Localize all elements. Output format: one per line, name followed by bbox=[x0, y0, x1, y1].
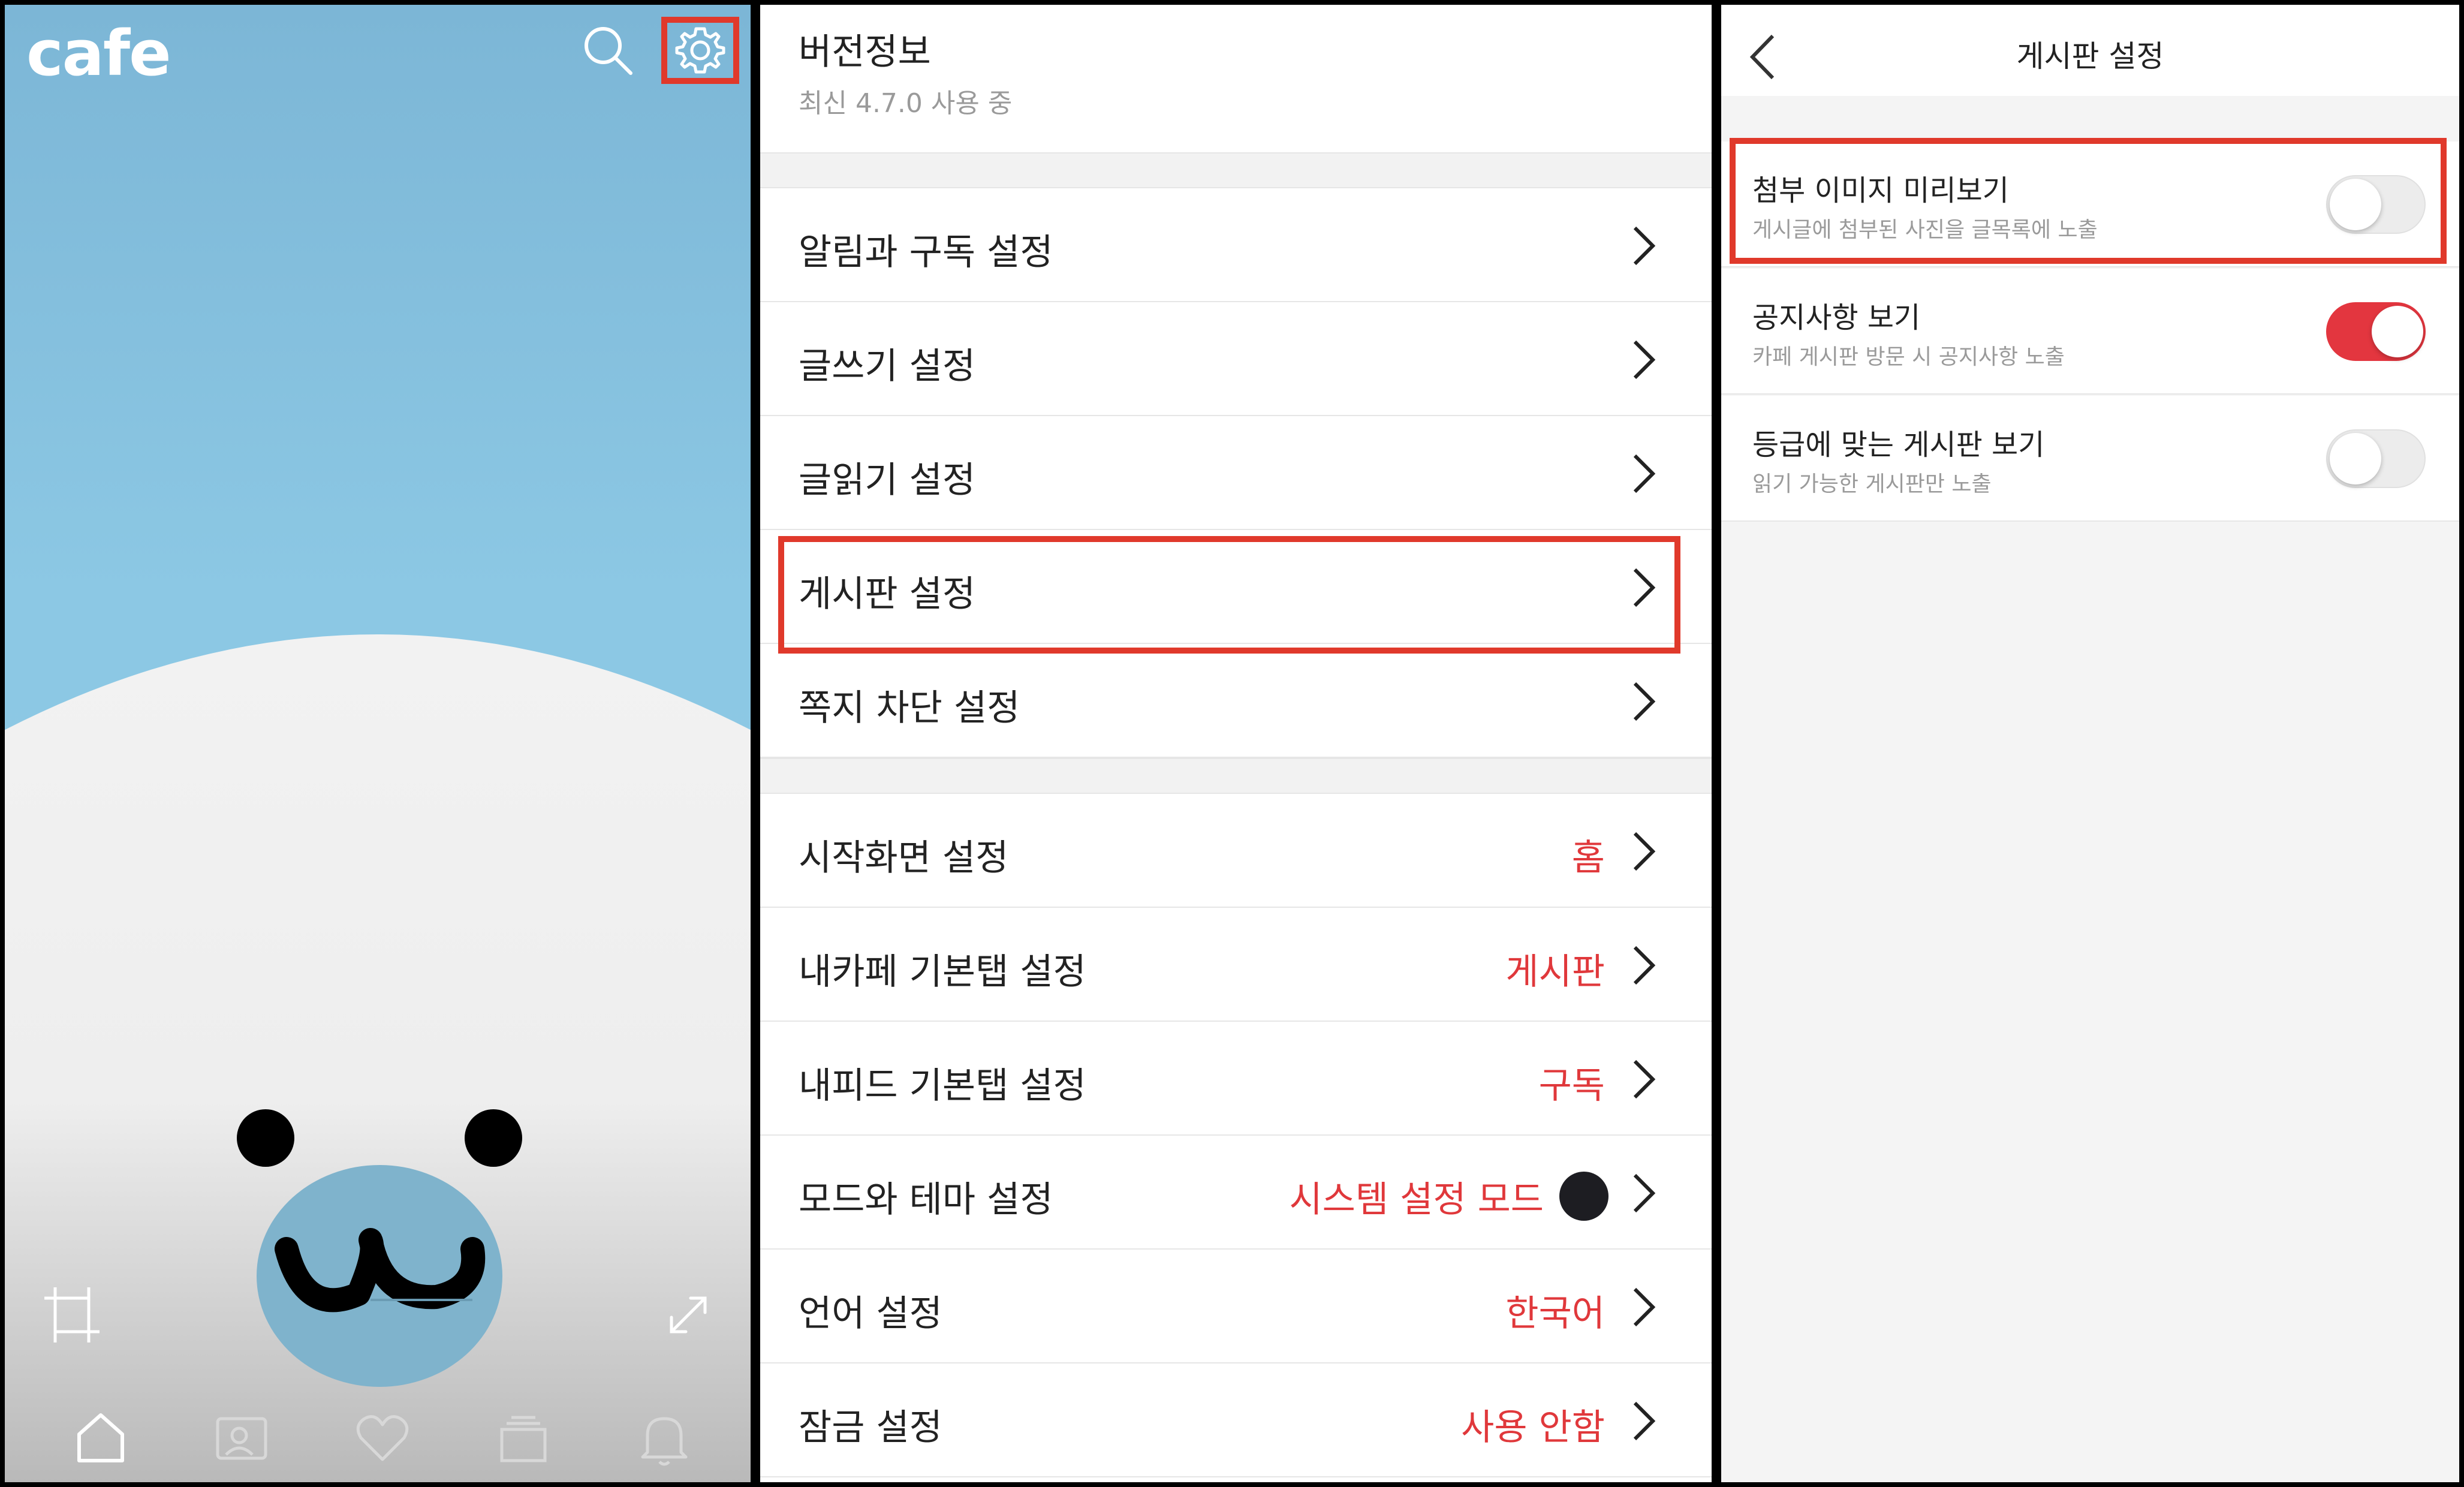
settings-row-reading[interactable]: 글읽기 설정 bbox=[760, 416, 1712, 530]
chevron-right-icon bbox=[1633, 682, 1656, 721]
chevron-right-icon bbox=[1633, 454, 1656, 493]
row-label: 내피드 기본탭 설정 bbox=[799, 1065, 1086, 1107]
row-label: 쪽지 차단 설정 bbox=[799, 687, 1020, 729]
profile-card-icon[interactable] bbox=[212, 1408, 272, 1468]
notices-toggle[interactable] bbox=[2326, 302, 2426, 361]
chevron-right-icon bbox=[1633, 946, 1656, 985]
cafe-logo: cafe bbox=[26, 17, 171, 90]
row-label: 모드와 테마 설정 bbox=[799, 1179, 1053, 1221]
version-title: 버전정보 bbox=[799, 31, 931, 73]
row-value: 게시판 bbox=[1505, 951, 1605, 993]
search-icon[interactable] bbox=[580, 23, 634, 77]
settings-row-language[interactable]: 언어 설정 한국어 bbox=[760, 1250, 1712, 1363]
row-value: 홈 bbox=[1571, 837, 1605, 879]
settings-row-writing[interactable]: 글쓰기 설정 bbox=[760, 302, 1712, 416]
theme-color-swatch bbox=[1559, 1172, 1608, 1221]
feed-icon[interactable] bbox=[493, 1408, 553, 1468]
row-value: 한국어 bbox=[1505, 1293, 1605, 1335]
settings-row-myfeed-tab[interactable]: 내피드 기본탭 설정 구독 bbox=[760, 1022, 1712, 1136]
settings-screen: 버전정보 최신 4.7.0 사용 중 알림과 구독 설정 글쓰기 설정 글읽기 … bbox=[755, 0, 1716, 1487]
row-value: 사용 안함 bbox=[1461, 1407, 1605, 1449]
row-value: 구독 bbox=[1538, 1065, 1605, 1107]
bottom-navigation bbox=[5, 1396, 751, 1482]
row-label: 시작화면 설정 bbox=[799, 837, 1009, 879]
highlight-box bbox=[1730, 138, 2447, 264]
option-label: 등급에 맞는 게시판 보기 bbox=[1752, 428, 2045, 462]
option-description: 카페 게시판 방문 시 공지사항 노출 bbox=[1752, 345, 2065, 369]
settings-button[interactable] bbox=[661, 17, 739, 84]
board-settings-screen: 게시판 설정 첨부 이미지 미리보기 게시글에 첨부된 사진을 글목록에 노출 … bbox=[1716, 0, 2464, 1487]
settings-row-notifications[interactable]: 알림과 구독 설정 bbox=[760, 188, 1712, 302]
section-divider bbox=[760, 152, 1712, 188]
home-icon[interactable] bbox=[71, 1408, 131, 1468]
settings-row-message-block[interactable]: 쪽지 차단 설정 bbox=[760, 644, 1712, 758]
chevron-right-icon bbox=[1633, 1287, 1656, 1327]
version-info: 버전정보 최신 4.7.0 사용 중 bbox=[760, 5, 1712, 152]
header-bar: 게시판 설정 bbox=[1721, 5, 2459, 96]
seal-character-illustration bbox=[5, 5, 751, 1482]
version-subtitle: 최신 4.7.0 사용 중 bbox=[799, 88, 1013, 119]
option-description: 읽기 가능한 게시판만 노출 bbox=[1752, 472, 1992, 496]
chevron-right-icon bbox=[1633, 340, 1656, 380]
settings-row-mode-theme[interactable]: 모드와 테마 설정 시스템 설정 모드 bbox=[760, 1136, 1712, 1250]
option-row-grade-boards: 등급에 맞는 게시판 보기 읽기 가능한 게시판만 노출 bbox=[1721, 396, 2459, 522]
chevron-right-icon bbox=[1633, 1059, 1656, 1099]
chevron-right-icon bbox=[1633, 1401, 1656, 1441]
section-divider bbox=[760, 758, 1712, 794]
crop-icon[interactable] bbox=[42, 1285, 102, 1345]
page-title: 게시판 설정 bbox=[2016, 39, 2164, 74]
row-label: 잠금 설정 bbox=[799, 1407, 942, 1449]
option-row-notices: 공지사항 보기 카페 게시판 방문 시 공지사항 노출 bbox=[1721, 269, 2459, 395]
toggle-knob bbox=[2330, 433, 2381, 484]
cafe-home-screen: cafe bbox=[0, 0, 755, 1487]
settings-row-mycafe-tab[interactable]: 내카페 기본탭 설정 게시판 bbox=[760, 908, 1712, 1022]
chevron-right-icon bbox=[1633, 1173, 1656, 1213]
grade-boards-toggle[interactable] bbox=[2326, 429, 2426, 488]
toggle-knob bbox=[2372, 306, 2423, 357]
bell-icon[interactable] bbox=[634, 1408, 694, 1468]
expand-icon[interactable] bbox=[664, 1291, 712, 1339]
gear-icon bbox=[675, 27, 725, 74]
row-label: 글읽기 설정 bbox=[799, 459, 976, 501]
row-label: 내카페 기본탭 설정 bbox=[799, 951, 1086, 993]
row-value: 시스템 설정 모드 bbox=[1289, 1179, 1544, 1221]
highlight-box bbox=[778, 536, 1680, 654]
chevron-right-icon bbox=[1633, 832, 1656, 871]
settings-row-lock[interactable]: 잠금 설정 사용 안함 bbox=[760, 1363, 1712, 1477]
settings-row-start-screen[interactable]: 시작화면 설정 홈 bbox=[760, 794, 1712, 908]
heart-icon[interactable] bbox=[353, 1408, 412, 1468]
row-label: 글쓰기 설정 bbox=[799, 345, 976, 387]
chevron-right-icon bbox=[1633, 226, 1656, 266]
option-label: 공지사항 보기 bbox=[1752, 301, 1921, 335]
row-label: 알림과 구독 설정 bbox=[799, 231, 1053, 273]
row-label: 언어 설정 bbox=[799, 1293, 942, 1335]
